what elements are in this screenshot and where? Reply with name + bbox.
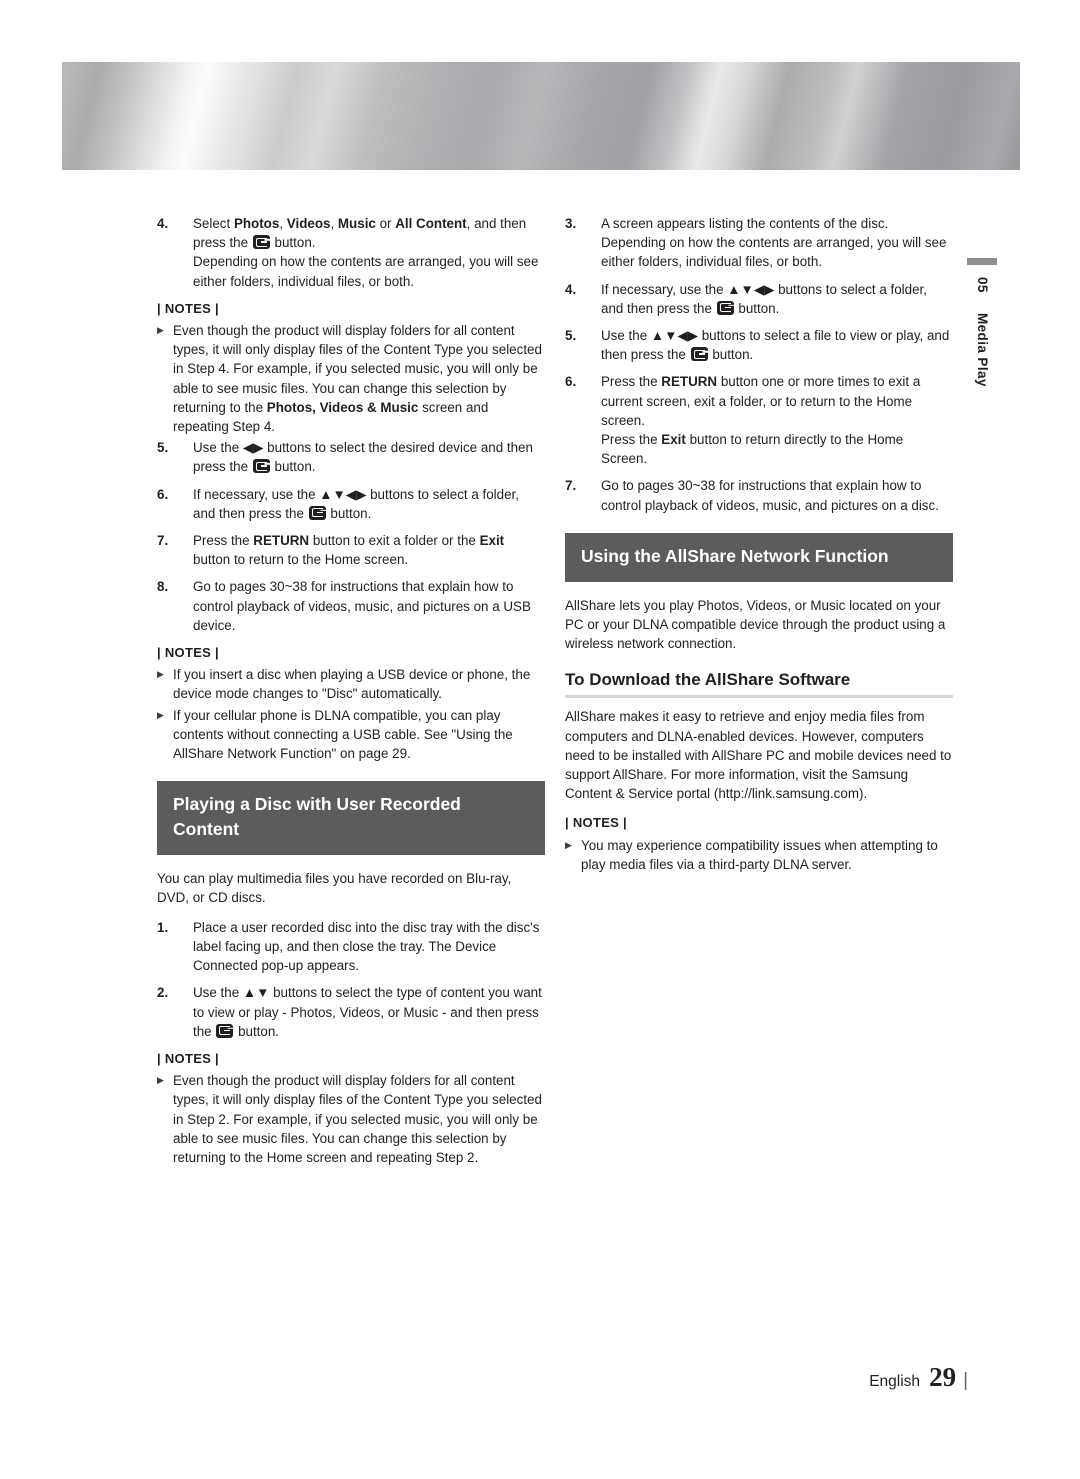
step-body: Go to pages 30~38 for instructions that … (601, 478, 939, 513)
triangle-bullet-icon: ▶ (157, 669, 164, 680)
step-number: 5. (565, 328, 577, 344)
chapter-tab-marker (967, 258, 997, 265)
step-number: 1. (157, 919, 169, 935)
notes-label: | NOTES | (157, 645, 219, 661)
page-footer: English 29 | (869, 1362, 968, 1393)
step-number: 5. (157, 440, 169, 456)
note-text: Even though the product will display fol… (173, 323, 542, 435)
triangle-bullet-icon: ▶ (157, 325, 164, 336)
step-number: 7. (565, 478, 577, 494)
note-text: If your cellular phone is DLNA compatibl… (173, 707, 513, 762)
list-item: 3. A screen appears listing the contents… (565, 214, 953, 272)
section-heading-allshare: Using the AllShare Network Function (565, 532, 953, 582)
step-number: 2. (157, 985, 169, 1001)
section-heading-playing-disc: Playing a Disc with User Recorded Conten… (157, 781, 545, 856)
note-item: ▶ Even though the product will display f… (157, 321, 545, 436)
chapter-number: 05 (975, 277, 990, 293)
header-metallic-banner (62, 62, 1020, 170)
note-item: ▶ Even though the product will display f… (157, 1071, 545, 1167)
list-item: 6. If necessary, use the ▲▼◀▶ buttons to… (157, 485, 545, 523)
step-number: 7. (157, 533, 169, 549)
list-item: 7. Go to pages 30~38 for instructions th… (565, 476, 953, 514)
step-body: If necessary, use the ▲▼◀▶ buttons to se… (601, 281, 927, 316)
step-body: Select Photos, Videos, Music or All Cont… (193, 214, 545, 291)
chapter-tab-text: 05 Media Play (955, 277, 1009, 387)
right-text-column: 3. A screen appears listing the contents… (565, 214, 953, 876)
step-number: 4. (157, 216, 169, 231)
list-item: 7. Press the RETURN button to exit a fol… (157, 531, 545, 569)
list-item: 2. Use the ▲▼ buttons to select the type… (157, 983, 545, 1041)
note-text: Even though the product will display fol… (173, 1073, 542, 1165)
notes-label: | NOTES | (157, 1050, 219, 1066)
note-item: ▶ You may experience compatibility issue… (565, 836, 953, 874)
step-body: Place a user recorded disc into the disc… (193, 919, 540, 974)
step-line: Select Photos, Videos, Music or All Cont… (193, 216, 527, 251)
list-item: 6. Press the RETURN button one or more t… (565, 372, 953, 468)
step-body: Go to pages 30~38 for instructions that … (193, 579, 531, 633)
note-text: If you insert a disc when playing a USB … (173, 667, 531, 702)
footer-page-number: 29 (929, 1362, 957, 1392)
triangle-bullet-icon: ▶ (157, 709, 164, 720)
heading-rule (565, 695, 953, 699)
step-body: If necessary, use the ▲▼◀▶ buttons to se… (193, 486, 519, 521)
step-number: 8. (157, 579, 169, 595)
list-item: 5. Use the ▲▼◀▶ buttons to select a file… (565, 326, 953, 364)
notes-label: | NOTES | (565, 815, 627, 831)
section-intro-text: You can play multimedia files you have r… (157, 871, 512, 906)
step-body: A screen appears listing the contents of… (601, 216, 947, 270)
triangle-bullet-icon: ▶ (565, 839, 572, 850)
list-item: 4. Select Photos, Videos, Music or All C… (157, 214, 545, 291)
step-number: 4. (565, 281, 577, 297)
step-number: 6. (157, 486, 169, 502)
left-text-column: 4. Select Photos, Videos, Music or All C… (157, 214, 545, 1169)
step-body: Use the ◀▶ buttons to select the desired… (193, 440, 533, 475)
step-number: 3. (565, 216, 577, 231)
step-number: 6. (565, 374, 577, 390)
step-body: Use the ▲▼◀▶ buttons to select a file to… (601, 328, 950, 363)
sub-heading-download-allshare: To Download the AllShare Software (565, 670, 851, 690)
step-body: Press the RETURN button to exit a folder… (193, 533, 505, 568)
step-body: Use the ▲▼ buttons to select the type of… (193, 985, 542, 1039)
chapter-tab: 05 Media Play (955, 258, 1009, 387)
footer-divider: | (963, 1370, 968, 1391)
triangle-bullet-icon: ▶ (157, 1075, 164, 1086)
chapter-name: Media Play (975, 312, 990, 387)
list-item: 1. Place a user recorded disc into the d… (157, 918, 545, 976)
list-item: 8. Go to pages 30~38 for instructions th… (157, 577, 545, 635)
footer-language: English (869, 1373, 921, 1390)
note-text: You may experience compatibility issues … (581, 837, 938, 872)
notes-label: | NOTES | (157, 300, 219, 316)
list-item: 5. Use the ◀▶ buttons to select the desi… (157, 438, 545, 476)
note-item: ▶ If you insert a disc when playing a US… (157, 665, 545, 703)
allshare-body-text: AllShare makes it easy to retrieve and e… (565, 709, 952, 802)
list-item: 4. If necessary, use the ▲▼◀▶ buttons to… (565, 280, 953, 318)
step-line: Depending on how the contents are arrang… (193, 254, 539, 289)
allshare-intro-text: AllShare lets you play Photos, Videos, o… (565, 597, 946, 652)
step-body: Press the RETURN button one or more time… (601, 374, 921, 467)
note-item: ▶ If your cellular phone is DLNA compati… (157, 706, 545, 764)
